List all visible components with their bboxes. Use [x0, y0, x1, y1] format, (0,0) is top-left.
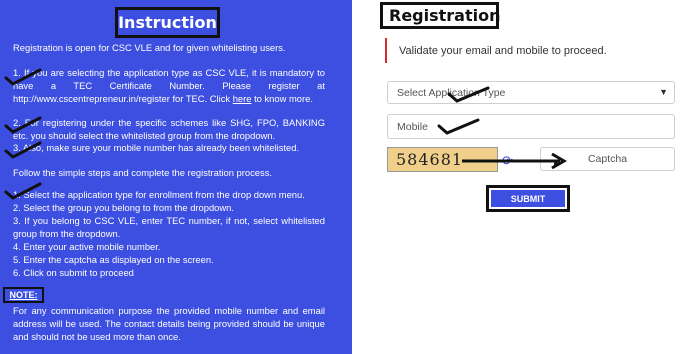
- validation-alert: Validate your email and mobile to procee…: [385, 38, 675, 63]
- checkmark-annotation-icon: [4, 68, 42, 86]
- instruction-item-3: 3. Also, make sure your mobile number ha…: [13, 142, 300, 153]
- checkmark-annotation-icon: [4, 116, 42, 134]
- instruction-item-1-tail: to know more.: [251, 92, 313, 104]
- checkmark-annotation-icon: [4, 141, 42, 159]
- follow-steps-text: Follow the simple steps and complete the…: [13, 167, 272, 178]
- step-2: 2. Select the group you belong to from t…: [13, 202, 234, 213]
- submit-button[interactable]: SUBMIT: [491, 190, 565, 207]
- checkmark-annotation-icon: [447, 86, 490, 103]
- instruction-item-2: 2. For registering under the specific sc…: [13, 117, 325, 141]
- instructions-panel: Instruction Registration is open for CSC…: [0, 0, 352, 354]
- step-1: 1. Select the application type for enrol…: [13, 189, 305, 200]
- chevron-down-icon: ▼: [659, 87, 668, 97]
- arrow-annotation-icon: [462, 152, 567, 170]
- checkmark-annotation-icon: [4, 182, 42, 200]
- note-text: For any communication purpose the provid…: [13, 305, 325, 342]
- step-6: 6. Click on submit to proceed: [13, 267, 134, 278]
- registration-panel: Registration Validate your email and mob…: [352, 0, 684, 354]
- step-3: 3. If you belong to CSC VLE, enter TEC n…: [13, 215, 325, 239]
- step-5: 5. Enter the captcha as displayed on the…: [13, 254, 214, 265]
- step-4: 4. Enter your active mobile number.: [13, 241, 161, 252]
- checkmark-annotation-icon: [437, 118, 480, 135]
- mobile-placeholder: Mobile: [397, 120, 428, 133]
- registration-title: Registration: [380, 2, 500, 29]
- application-type-select[interactable]: Select Application Type ▼: [387, 81, 675, 104]
- instruction-item-1: 1. If you are selecting the application …: [13, 67, 325, 105]
- submit-highlight: SUBMIT: [486, 185, 570, 212]
- captcha-placeholder: Captcha: [587, 153, 628, 165]
- instructions-title: Instruction: [115, 7, 220, 38]
- here-link[interactable]: here: [233, 93, 252, 104]
- note-label: NOTE:: [3, 287, 44, 303]
- intro-text: Registration is open for CSC VLE and for…: [13, 42, 286, 53]
- mobile-input[interactable]: Mobile: [387, 114, 675, 139]
